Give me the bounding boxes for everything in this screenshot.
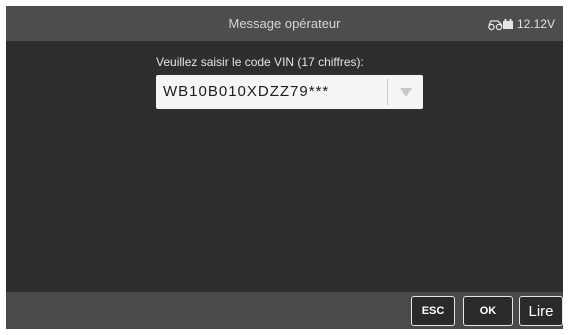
main-content: Veuillez saisir le code VIN (17 chiffres… — [6, 41, 563, 292]
window-title: Message opérateur — [228, 16, 341, 31]
esc-button[interactable]: ESC — [411, 296, 455, 326]
status-indicator: 12.12V — [488, 6, 555, 41]
app-screen: Message opérateur 12.12V Veuillez saisir… — [6, 6, 563, 329]
title-bar: Message opérateur 12.12V — [6, 6, 563, 41]
lire-button[interactable]: Lire — [519, 296, 563, 326]
dropdown-arrow-icon[interactable] — [388, 75, 423, 109]
vin-value[interactable]: WB10B010XDZZ79*** — [163, 75, 329, 109]
button-bar: ESC OK Lire — [6, 292, 563, 329]
ok-button[interactable]: OK — [463, 296, 513, 326]
vin-prompt: Veuillez saisir le code VIN (17 chiffres… — [156, 55, 364, 69]
vin-dropdown[interactable]: WB10B010XDZZ79*** — [156, 75, 423, 109]
car-battery-icon — [488, 18, 513, 30]
voltage-readout: 12.12V — [516, 16, 555, 31]
